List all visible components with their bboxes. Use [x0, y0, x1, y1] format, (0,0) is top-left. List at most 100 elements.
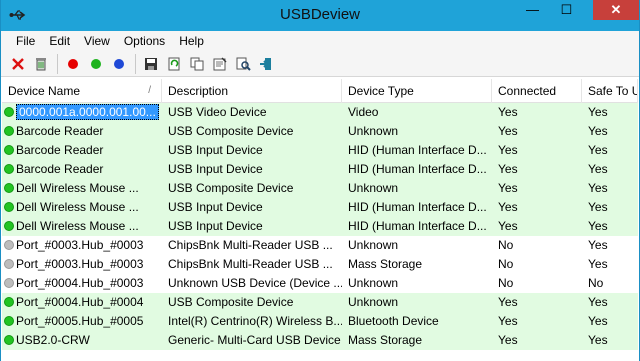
- cell-safe: Yes: [588, 143, 608, 157]
- maximize-button[interactable]: ☐: [553, 0, 580, 20]
- cell-desc: USB Input Device: [168, 219, 263, 233]
- cell-name: 0000.001a.0000.001.00...: [2, 103, 162, 122]
- device-name-text: Dell Wireless Mouse ...: [16, 219, 139, 233]
- menu-help[interactable]: Help: [172, 31, 211, 51]
- cell-desc: ChipsBnk Multi-Reader USB ...: [168, 238, 333, 252]
- status-dot-icon: [4, 297, 14, 307]
- column-connected[interactable]: Connected: [492, 79, 582, 103]
- device-table: Device Name / Description Device Type Con…: [2, 79, 638, 361]
- table-row[interactable]: Barcode Reader USB Composite Device Unknow…: [2, 122, 638, 141]
- cell-name: Port_#0003.Hub_#0003: [2, 236, 162, 255]
- cell-type: Unknown: [348, 181, 399, 195]
- device-name-text: Port_#0003.Hub_#0003: [16, 257, 144, 271]
- cell-connected: Yes: [498, 200, 518, 214]
- device-name-text: Dell Wireless Mouse ...: [16, 200, 139, 214]
- column-device-name[interactable]: Device Name /: [2, 79, 162, 103]
- cell-type: Unknown: [348, 276, 399, 290]
- table-row[interactable]: Dell Wireless Mouse ... USB Input Device H…: [2, 198, 638, 217]
- cell-desc: USB Composite Device: [168, 181, 294, 195]
- cell-safe: Yes: [588, 257, 608, 271]
- cell-connected: Yes: [498, 181, 518, 195]
- cell-type: HID (Human Interface D...: [348, 143, 487, 157]
- table-row[interactable]: Dell Wireless Mouse ... USB Composite Dev…: [2, 179, 638, 198]
- cell-desc: Generic- Multi-Card USB Device: [168, 333, 341, 347]
- cell-connected: Yes: [498, 143, 518, 157]
- status-dot-icon: [4, 164, 14, 174]
- table-row[interactable]: Dell Wireless Mouse ... USB Input Device H…: [2, 217, 638, 236]
- cell-type: HID (Human Interface D...: [348, 162, 487, 176]
- cell-desc: USB Input Device: [168, 200, 263, 214]
- cell-safe: Yes: [588, 162, 608, 176]
- cell-name: Dell Wireless Mouse ...: [2, 198, 162, 217]
- table-row[interactable]: Barcode Reader USB Input Device HID (Human…: [2, 160, 638, 179]
- column-description[interactable]: Description: [162, 79, 342, 103]
- device-name-text: Port_#0005.Hub_#0005: [16, 314, 144, 328]
- cell-type: Mass Storage: [348, 257, 423, 271]
- status-dot-icon: [4, 259, 14, 269]
- device-name-text: Port_#0004.Hub_#0004: [16, 295, 144, 309]
- table-row[interactable]: USB2.0-CRW Generic- Multi-Card USB Device…: [2, 331, 638, 350]
- cell-name: Barcode Reader: [2, 160, 162, 179]
- sort-indicator-icon: /: [148, 85, 151, 96]
- cell-desc: USB Video Device: [168, 105, 267, 119]
- cell-desc: USB Composite Device: [168, 124, 294, 138]
- table-row[interactable]: Port_#0003.Hub_#0003 ChipsBnk Multi-Reade…: [2, 236, 638, 255]
- table-row[interactable]: Port_#0004.Hub_#0004 USB Composite Device…: [2, 293, 638, 312]
- device-name-text: Barcode Reader: [16, 143, 104, 157]
- blue-dot-icon[interactable]: [108, 53, 130, 75]
- menu-options[interactable]: Options: [117, 31, 172, 51]
- uninstall-icon[interactable]: [30, 53, 52, 75]
- copy-icon[interactable]: [186, 53, 208, 75]
- cell-type: Bluetooth Device: [348, 314, 439, 328]
- cell-type: HID (Human Interface D...: [348, 200, 487, 214]
- cell-desc: USB Input Device: [168, 143, 263, 157]
- cell-connected: No: [498, 238, 514, 252]
- menu-edit[interactable]: Edit: [42, 31, 77, 51]
- red-dot-icon[interactable]: [62, 53, 84, 75]
- cell-name: Port_#0005.Hub_#0005: [2, 312, 162, 331]
- properties-icon[interactable]: [209, 53, 231, 75]
- cell-connected: Yes: [498, 295, 518, 309]
- exit-icon[interactable]: [255, 53, 277, 75]
- cell-connected: Yes: [498, 333, 518, 347]
- green-dot-icon[interactable]: [85, 53, 107, 75]
- column-device-type[interactable]: Device Type: [342, 79, 492, 103]
- table-row[interactable]: Barcode Reader USB Input Device HID (Human…: [2, 141, 638, 160]
- cell-name: Port_#0003.Hub_#0003: [2, 255, 162, 274]
- cell-connected: Yes: [498, 105, 518, 119]
- cell-connected: No: [498, 276, 514, 290]
- cell-desc: Unknown USB Device (Device ...: [168, 276, 342, 290]
- toolbar-separator: [135, 53, 136, 74]
- menu-file[interactable]: File: [9, 31, 42, 51]
- close-button[interactable]: ✕: [593, 0, 639, 20]
- table-row[interactable]: Port_#0005.Hub_#0005 Intel(R) Centrino(R)…: [2, 312, 638, 331]
- status-dot-icon: [4, 183, 14, 193]
- cell-name: Barcode Reader: [2, 122, 162, 141]
- table-row[interactable]: Port_#0003.Hub_#0003 ChipsBnk Multi-Reade…: [2, 255, 638, 274]
- toolbar: [1, 51, 639, 77]
- disconnect-icon[interactable]: [7, 53, 29, 75]
- cell-safe: Yes: [588, 314, 608, 328]
- cell-name: Barcode Reader: [2, 141, 162, 160]
- title-bar[interactable]: USBDeview — ☐ ✕: [1, 0, 639, 31]
- table-row[interactable]: Port_#0004.Hub_#0003 Unknown USB Device (…: [2, 274, 638, 293]
- minimize-button[interactable]: —: [519, 0, 546, 20]
- status-dot-icon: [4, 107, 14, 117]
- cell-name: Dell Wireless Mouse ...: [2, 179, 162, 198]
- cell-safe: No: [588, 276, 604, 290]
- find-icon[interactable]: [232, 53, 254, 75]
- refresh-icon[interactable]: [163, 53, 185, 75]
- menu-view[interactable]: View: [77, 31, 117, 51]
- device-name-text: Barcode Reader: [16, 162, 104, 176]
- cell-safe: Yes: [588, 333, 608, 347]
- cell-connected: Yes: [498, 124, 518, 138]
- table-row[interactable]: 0000.001a.0000.001.00... USB Video Device…: [2, 103, 638, 122]
- cell-desc: Intel(R) Centrino(R) Wireless B...: [168, 314, 342, 328]
- status-dot-icon: [4, 240, 14, 250]
- cell-connected: Yes: [498, 314, 518, 328]
- cell-safe: Yes: [588, 200, 608, 214]
- save-icon[interactable]: [140, 53, 162, 75]
- cell-connected: Yes: [498, 162, 518, 176]
- cell-name: USB2.0-CRW: [2, 331, 162, 350]
- column-safe-to-unplug[interactable]: Safe To U: [582, 79, 638, 103]
